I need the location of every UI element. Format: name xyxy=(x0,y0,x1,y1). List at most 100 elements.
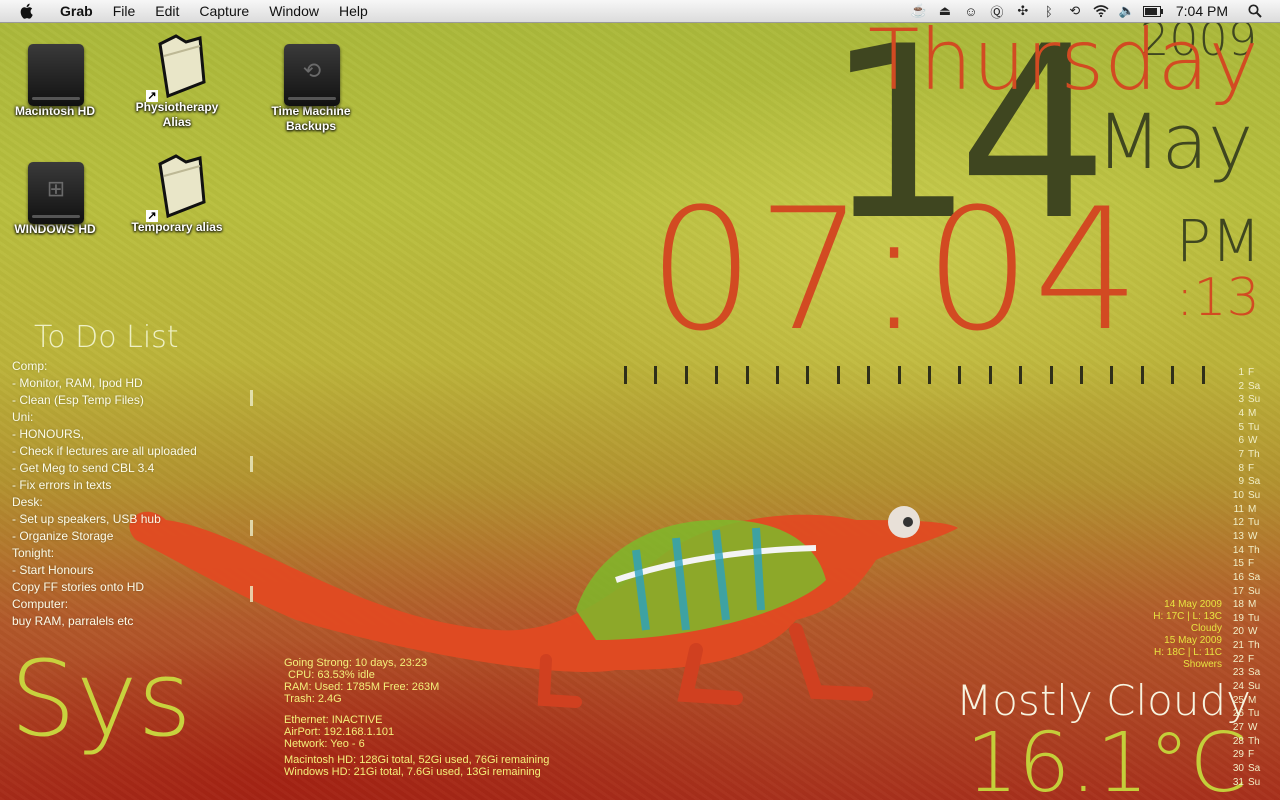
calendar-day-number: 10 xyxy=(1232,489,1244,501)
calendar-day: 18 M xyxy=(1228,598,1260,612)
calendar-weekday: Th xyxy=(1248,640,1260,652)
seconds-tick xyxy=(624,366,627,384)
seconds-tick xyxy=(745,366,749,384)
menu-edit[interactable]: Edit xyxy=(145,0,189,22)
calendar-day-number: 20 xyxy=(1232,626,1244,638)
hard-drive-icon: ⊞ xyxy=(20,152,90,224)
calendar-day: 20 W xyxy=(1228,625,1260,639)
forecast-line: H: 18C | L: 11C xyxy=(1154,647,1222,658)
calendar-day: 5 Tu xyxy=(1228,421,1260,435)
ram-text: RAM: Used: 1785M Free: 263M xyxy=(284,681,440,693)
month-label: May xyxy=(1096,97,1254,186)
calendar-day: 13 W xyxy=(1228,530,1260,544)
calendar-day-number: 21 xyxy=(1232,640,1244,652)
forecast-line: Showers xyxy=(1183,659,1222,670)
volume-icon[interactable]: 🔈 xyxy=(1114,0,1140,22)
calendar-day: 11 M xyxy=(1228,503,1260,517)
calendar-day-number: 14 xyxy=(1232,544,1244,556)
calendar-day: 16 Sa xyxy=(1228,571,1260,585)
todo-line: Copy FF stories onto HD xyxy=(12,580,145,594)
trash-text: Trash: 2.4G xyxy=(284,693,342,705)
network-text: Network: Yeo - 6 xyxy=(284,738,365,750)
cpu-text: CPU: 63.53% idle xyxy=(288,669,375,681)
calendar-weekday: F xyxy=(1248,462,1255,474)
menu-app-grab[interactable]: Grab xyxy=(50,0,103,22)
desktop-icon-time-machine-backups[interactable]: ⟲ Time Machine Backups xyxy=(256,34,366,134)
todo-line: - HONOURS, xyxy=(12,427,84,441)
calendar-day-number: 15 xyxy=(1232,558,1244,570)
todo-title: To Do List xyxy=(34,320,179,355)
menu-help[interactable]: Help xyxy=(329,0,378,22)
seconds-tick xyxy=(928,366,931,384)
calendar-day-number: 28 xyxy=(1232,735,1244,747)
calendar-day: 2 Sa xyxy=(1228,380,1260,394)
seconds-tick xyxy=(1080,366,1083,384)
calendar-day: 28 Th xyxy=(1228,735,1260,749)
time-machine-icon[interactable]: ⟲ xyxy=(1062,0,1088,22)
spotlight-search-icon[interactable] xyxy=(1242,0,1268,22)
cross-arrows-icon[interactable]: ✣ xyxy=(1010,0,1036,22)
seconds-tick xyxy=(654,366,658,384)
seconds-tick xyxy=(806,366,810,384)
calendar-weekday: W xyxy=(1248,626,1258,638)
apple-menu-icon[interactable] xyxy=(18,2,36,20)
todo-line: Computer: xyxy=(12,597,69,611)
calendar-day: 17 Su xyxy=(1228,585,1260,599)
calendar-weekday: F xyxy=(1248,749,1255,761)
ampm-label: PM xyxy=(1176,207,1262,275)
calendar-day: 22 F xyxy=(1228,653,1260,667)
todo-line: - Organize Storage xyxy=(12,529,114,543)
calendar-day-number: 2 xyxy=(1238,380,1244,392)
calendar-weekday: F xyxy=(1248,653,1255,665)
coffee-cup-icon[interactable]: ☕ xyxy=(906,0,932,22)
calendar-day-number: 29 xyxy=(1232,749,1244,761)
desktop-icon-temporary-alias[interactable]: ↗ Temporary alias xyxy=(122,150,232,235)
seconds-tick xyxy=(1049,366,1053,384)
calendar-day-number: 13 xyxy=(1232,530,1244,542)
decor-tick xyxy=(250,390,253,406)
forecast-line: Cloudy xyxy=(1190,623,1222,634)
calendar-day: 21 Th xyxy=(1228,639,1260,653)
calendar-day-number: 11 xyxy=(1233,503,1244,515)
desktop-icon-label: WINDOWS HD xyxy=(14,222,96,236)
menu-file[interactable]: File xyxy=(103,0,146,22)
calendar-day-number: 8 xyxy=(1238,462,1244,474)
ethernet-text: Ethernet: INACTIVE xyxy=(284,714,383,726)
seconds-tick xyxy=(1110,366,1114,384)
eject-icon[interactable]: ⏏ xyxy=(932,0,958,22)
menu-capture[interactable]: Capture xyxy=(189,0,259,22)
desktop-icon-windows-hd[interactable]: ⊞ WINDOWS HD xyxy=(0,152,110,237)
calendar-weekday: Sa xyxy=(1248,380,1261,392)
seconds-tick xyxy=(836,366,840,384)
forecast-line: 14 May 2009 xyxy=(1164,599,1222,610)
calendar-weekday: Th xyxy=(1248,448,1260,460)
calendar-day-number: 27 xyxy=(1232,722,1244,734)
calendar-day-number: 12 xyxy=(1232,517,1244,529)
folder-alias-icon: ↗ xyxy=(142,150,212,222)
quicksilver-icon[interactable]: Ⓠ xyxy=(984,0,1010,22)
calendar-weekday: Su xyxy=(1248,681,1261,693)
calendar-day-number: 25 xyxy=(1232,694,1244,706)
folder-alias-icon: ↗ xyxy=(142,30,212,102)
todo-list: Comp: - Monitor, RAM, Ipod HD - Clean (E… xyxy=(12,358,197,630)
calendar-day-number: 24 xyxy=(1232,681,1244,693)
airport-text: AirPort: 192.168.1.101 xyxy=(284,726,395,738)
finder-face-icon[interactable]: ☺ xyxy=(958,0,984,22)
todo-line: Tonight: xyxy=(12,546,55,560)
desktop-icon-physiotherapy-alias[interactable]: ↗ Physiotherapy Alias xyxy=(122,30,232,130)
calendar-day: 30 Sa xyxy=(1228,762,1260,776)
seconds-tick xyxy=(988,366,992,384)
wifi-icon[interactable] xyxy=(1088,0,1114,22)
menubar-clock[interactable]: 7:04 PM xyxy=(1166,3,1242,19)
calendar-weekday: Sa xyxy=(1248,667,1261,679)
menu-window[interactable]: Window xyxy=(259,0,329,22)
calendar-day: 23 Sa xyxy=(1228,666,1260,680)
calendar-day: 10 Su xyxy=(1228,489,1260,503)
decor-tick xyxy=(250,520,253,536)
desktop-icon-macintosh-hd[interactable]: Macintosh HD xyxy=(0,34,110,119)
bluetooth-like-icon[interactable]: ᛒ xyxy=(1036,0,1062,22)
battery-icon[interactable] xyxy=(1140,0,1166,22)
hard-drive-icon: ⟲ xyxy=(276,34,346,106)
todo-line: - Fix errors in texts xyxy=(12,478,112,492)
menu-bar: Grab File Edit Capture Window Help ☕ ⏏ ☺… xyxy=(0,0,1280,23)
